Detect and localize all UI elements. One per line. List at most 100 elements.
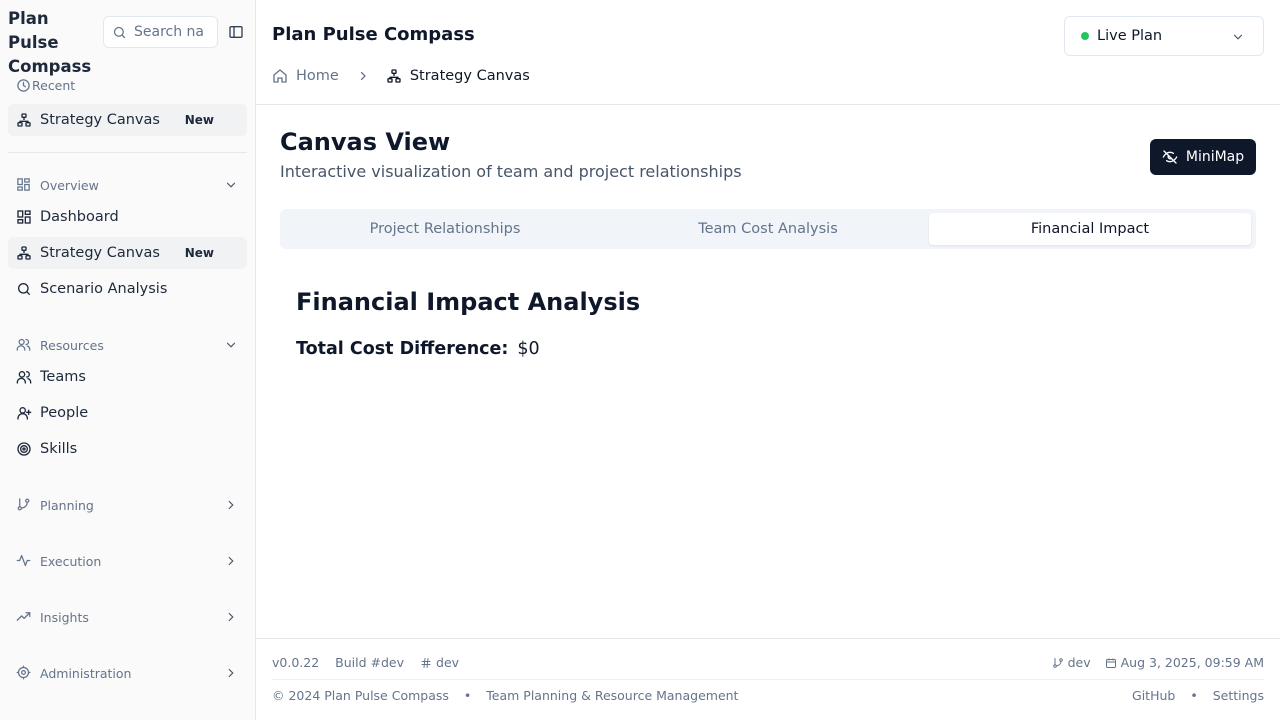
chevron-down-icon [224, 178, 238, 192]
page-title: Canvas View [280, 128, 451, 156]
tab-project-relationships[interactable]: Project Relationships [284, 213, 606, 245]
group-insights-label: Insights [40, 609, 89, 625]
sidebar: Plan Pulse Compass Recent Strategy Canva… [0, 0, 256, 720]
chevron-right-icon [224, 666, 238, 680]
new-badge: New [184, 246, 214, 260]
total-cost-label: Total Cost Difference: [296, 339, 509, 359]
tab-financial-impact[interactable]: Financial Impact [929, 213, 1251, 245]
total-cost-row: Total Cost Difference: $0 [296, 339, 540, 359]
commit-hash-text: dev [436, 655, 460, 670]
github-link[interactable]: GitHub [1132, 688, 1175, 703]
sidebar-item-label: Teams [40, 369, 86, 385]
breadcrumb-home-label: Home [296, 68, 339, 84]
group-administration-label: Administration [40, 665, 132, 681]
network-icon [386, 68, 402, 84]
version-label: v0.0.22 [272, 655, 320, 670]
sidebar-divider [8, 152, 247, 153]
network-icon [16, 112, 32, 128]
search-icon [112, 25, 127, 40]
bullet-separator: • [1190, 688, 1198, 703]
chevron-down-icon [1231, 30, 1245, 44]
group-execution[interactable]: Execution [8, 545, 247, 577]
network-icon [16, 245, 32, 261]
minimap-label: MiniMap [1185, 149, 1245, 165]
sidebar-item-label: Strategy Canvas [40, 245, 160, 261]
sidebar-item-label: People [40, 405, 89, 421]
home-icon [272, 68, 288, 84]
footer-build-info: v0.0.22 Build #dev dev [272, 655, 459, 670]
sidebar-item-label: Skills [40, 441, 78, 457]
activity-icon [16, 553, 32, 569]
group-resources[interactable]: Resources [8, 329, 247, 361]
layout-dashboard-icon [16, 177, 32, 193]
plan-select[interactable]: Live Plan [1064, 16, 1264, 56]
group-administration[interactable]: Administration [8, 657, 247, 689]
search-box[interactable] [103, 16, 218, 48]
git-branch-icon [16, 497, 32, 513]
build-date: Aug 3, 2025, 09:59 AM [1105, 655, 1264, 670]
settings-link[interactable]: Settings [1213, 688, 1264, 703]
breadcrumb-current-label: Strategy Canvas [409, 68, 530, 84]
breadcrumb-current: Strategy Canvas [386, 68, 530, 84]
hash-icon [420, 657, 432, 669]
commit-hash: dev [420, 655, 459, 670]
bullet-separator: • [463, 688, 472, 703]
user-icon [16, 405, 32, 421]
group-planning[interactable]: Planning [8, 489, 247, 521]
sidebar-item-teams[interactable]: Teams [8, 361, 247, 393]
header-divider [256, 104, 1280, 105]
tab-team-cost-analysis[interactable]: Team Cost Analysis [607, 213, 929, 245]
sidebar-item-strategy-canvas[interactable]: Strategy Canvas New [8, 237, 247, 269]
search-input[interactable] [134, 24, 214, 40]
sidebar-item-skills[interactable]: Skills [8, 433, 247, 465]
footer-credits: © 2024 Plan Pulse Compass • Team Plannin… [272, 688, 738, 703]
git-branch-icon [1052, 657, 1064, 669]
tagline-text: Team Planning & Resource Management [486, 688, 739, 703]
new-badge: New [184, 113, 214, 127]
breadcrumb-home[interactable]: Home [272, 68, 339, 84]
group-execution-label: Execution [40, 553, 102, 569]
footer-env-info: dev Aug 3, 2025, 09:59 AM [1052, 655, 1264, 670]
chevron-right-icon [357, 70, 369, 82]
group-insights[interactable]: Insights [8, 601, 247, 633]
chevron-right-icon [224, 554, 238, 568]
minimap-toggle-button[interactable]: MiniMap [1150, 139, 1256, 175]
footer-links: GitHub • Settings [1132, 688, 1264, 703]
canvas-tabs: Project Relationships Team Cost Analysis… [280, 209, 1256, 249]
branch-info: dev [1052, 655, 1091, 670]
sidebar-item-scenario-analysis[interactable]: Scenario Analysis [8, 273, 247, 305]
group-planning-label: Planning [40, 497, 94, 513]
total-cost-value: $0 [517, 339, 540, 359]
brand-title: Plan Pulse Compass [8, 9, 92, 76]
live-status-dot [1081, 32, 1089, 40]
users-icon [16, 369, 32, 385]
sidebar-toggle-icon[interactable] [226, 22, 246, 42]
app-title: Plan Pulse Compass [272, 24, 475, 45]
plan-select-value: Live Plan [1097, 28, 1163, 44]
section-title: Financial Impact Analysis [296, 288, 641, 316]
target-icon [16, 441, 32, 457]
sidebar-item-dashboard[interactable]: Dashboard [8, 201, 247, 233]
chevron-right-icon [224, 498, 238, 512]
footer-divider [256, 638, 1280, 639]
recent-item-strategy-canvas[interactable]: Strategy Canvas New [8, 104, 247, 136]
sidebar-item-people[interactable]: People [8, 397, 247, 429]
page-subtitle: Interactive visualization of team and pr… [280, 162, 742, 181]
calendar-icon [1105, 657, 1117, 669]
group-overview[interactable]: Overview [8, 169, 247, 201]
build-date-text: Aug 3, 2025, 09:59 AM [1120, 655, 1264, 670]
branch-text: dev [1067, 655, 1091, 670]
chevron-right-icon [224, 610, 238, 624]
copyright-text: © 2024 Plan Pulse Compass [272, 688, 449, 703]
chevron-down-icon [224, 338, 238, 352]
layout-dashboard-icon [16, 209, 32, 225]
eye-off-icon [1162, 149, 1178, 165]
clock-icon [16, 78, 31, 93]
search-icon [16, 281, 32, 297]
recent-item-label: Strategy Canvas [40, 112, 160, 128]
trending-up-icon [16, 609, 32, 625]
gear-icon [16, 665, 32, 681]
recent-section-label: Recent [16, 78, 75, 93]
sidebar-item-label: Scenario Analysis [40, 281, 168, 297]
group-overview-label: Overview [40, 177, 99, 193]
